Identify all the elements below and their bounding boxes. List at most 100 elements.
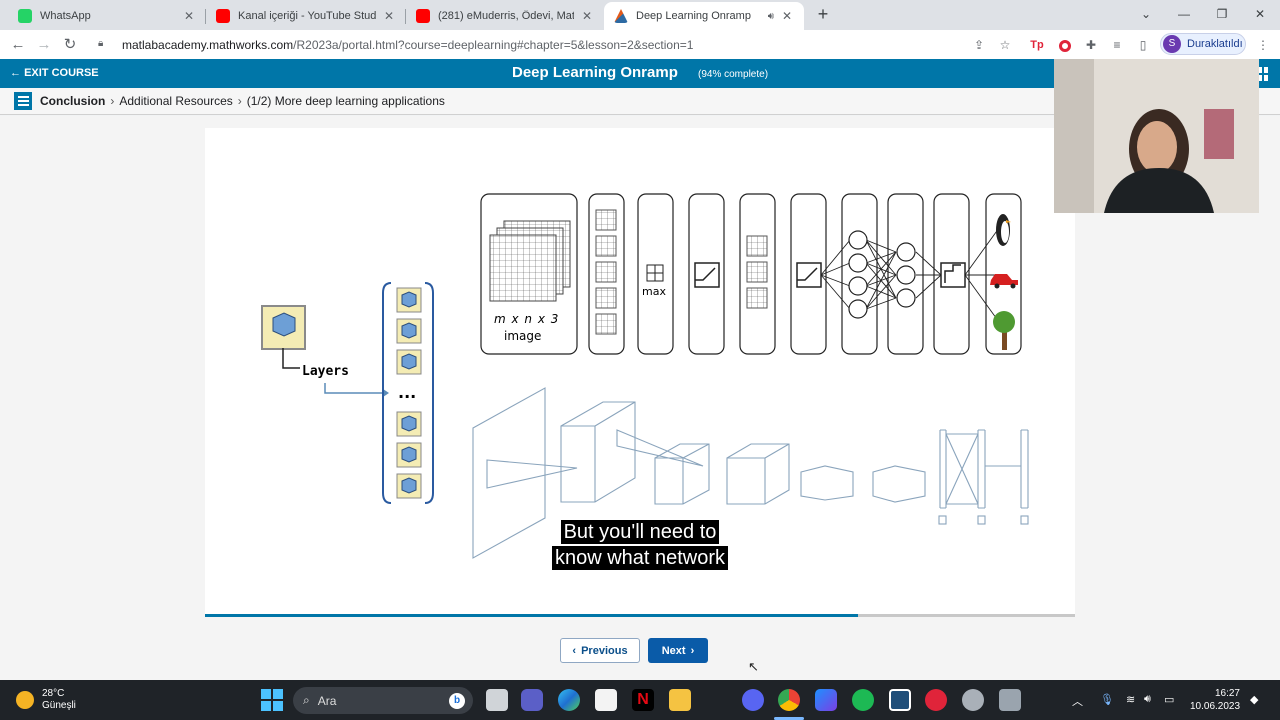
video-progress-fill xyxy=(205,614,858,617)
stack-ellipsis: ... xyxy=(398,383,416,402)
weather-condition: Güneşli xyxy=(42,700,76,711)
tab-title: (281) eMuderris, Ödevi, Matlab d xyxy=(438,10,574,22)
next-button[interactable]: Next › xyxy=(648,638,708,663)
share-icon[interactable]: ⇪ xyxy=(970,36,988,54)
opera-extension-icon[interactable] xyxy=(1056,36,1074,54)
volume-icon[interactable]: 🔊︎ xyxy=(1144,693,1151,706)
subtitle-text: But you'll need to xyxy=(560,520,720,544)
app-icon[interactable] xyxy=(815,689,837,711)
battery-icon[interactable]: ▭ xyxy=(1164,693,1174,706)
breadcrumb-section[interactable]: Conclusion xyxy=(40,94,105,108)
course-title: Deep Learning Onramp xyxy=(512,64,678,81)
breadcrumb-separator: › xyxy=(237,94,242,108)
youtube-icon xyxy=(216,9,230,23)
tab-title: Kanal içeriği - YouTube Studio xyxy=(238,10,376,22)
menu-icon[interactable] xyxy=(14,92,32,110)
youtube-icon xyxy=(416,9,430,23)
tab-deep-learning-onramp[interactable]: Deep Learning Onramp 🔊︎ ✕ xyxy=(604,2,804,30)
discord-icon[interactable] xyxy=(742,689,764,711)
avatar: S xyxy=(1163,35,1181,53)
minimize-icon[interactable]: — xyxy=(1173,4,1195,24)
new-tab-button[interactable]: + xyxy=(814,4,832,24)
previous-label: Previous xyxy=(581,644,628,657)
bookmark-star-icon[interactable]: ☆ xyxy=(996,36,1014,54)
breadcrumb-lesson[interactable]: Additional Resources xyxy=(119,94,232,108)
previous-button[interactable]: ‹ Previous xyxy=(560,638,640,663)
opera-icon[interactable] xyxy=(925,689,947,711)
tree-icon xyxy=(993,311,1015,350)
close-icon[interactable]: ✕ xyxy=(580,9,594,23)
store-icon[interactable] xyxy=(595,689,617,711)
side-panel-icon[interactable]: ▯ xyxy=(1134,36,1152,54)
subtitle-text: know what network xyxy=(551,546,729,570)
layer-stack: ... xyxy=(396,287,422,499)
breadcrumb-separator: › xyxy=(110,94,115,108)
mouse-cursor-icon: ↖ xyxy=(748,659,759,674)
extensions-puzzle-icon[interactable]: ✚ xyxy=(1082,36,1100,54)
tab-whatsapp[interactable]: WhatsApp ✕ xyxy=(8,2,206,30)
translate-extension-icon[interactable]: Tp xyxy=(1028,36,1046,54)
tab-title: WhatsApp xyxy=(40,10,91,22)
weather-widget[interactable]: 28°C Güneşli xyxy=(16,688,76,712)
netflix-icon[interactable]: N xyxy=(632,689,654,711)
clock-date: 10.06.2023 xyxy=(1190,701,1241,712)
reload-icon[interactable]: ↻ xyxy=(60,35,80,55)
reading-list-icon[interactable]: ≡ xyxy=(1108,36,1126,54)
chrome-icon[interactable] xyxy=(778,689,800,711)
windows-start-icon[interactable] xyxy=(261,689,283,711)
temperature: 28°C xyxy=(42,688,65,699)
tab-emuderris[interactable]: (281) eMuderris, Ödevi, Matlab d ✕ xyxy=(406,2,604,30)
webcam-overlay xyxy=(1054,59,1259,213)
system-clock[interactable]: 16:27 10.06.2023 xyxy=(1190,687,1240,713)
restore-icon[interactable]: ❐ xyxy=(1211,4,1233,24)
tab-youtube-studio[interactable]: Kanal içeriği - YouTube Studio ✕ xyxy=(206,2,406,30)
browser-toolbar: ← → ↻ 🔒︎ matlabacademy.mathworks.com /R2… xyxy=(0,30,1280,59)
tab-title: Deep Learning Onramp xyxy=(636,10,751,22)
app-icon[interactable] xyxy=(999,689,1021,711)
close-icon[interactable]: ✕ xyxy=(780,9,794,23)
taskbar-search[interactable]: ⌕ Ara b xyxy=(293,687,473,714)
spotify-icon[interactable] xyxy=(852,689,874,711)
car-icon xyxy=(990,274,1018,289)
teams-chat-icon[interactable] xyxy=(521,689,543,711)
clock-time: 16:27 xyxy=(1214,688,1240,699)
course-progress: (94% complete) xyxy=(698,69,769,80)
next-label: Next xyxy=(661,644,686,657)
lock-icon: 🔒︎ xyxy=(98,37,104,49)
video-progress-bar[interactable] xyxy=(205,614,1075,617)
chevron-left-icon: ‹ xyxy=(572,644,577,657)
window-close-icon[interactable]: ✕ xyxy=(1249,4,1271,24)
max-pool-label: max xyxy=(642,285,666,298)
bing-icon[interactable]: b xyxy=(449,692,465,709)
profile-button[interactable]: S Duraklatıldı xyxy=(1160,33,1246,55)
chevron-up-icon[interactable]: ︿ xyxy=(1072,693,1083,709)
microphone-icon[interactable]: 🎙︎ xyxy=(1100,693,1114,706)
sun-icon xyxy=(16,691,34,709)
kebab-menu-icon[interactable]: ⋮ xyxy=(1254,36,1272,54)
file-explorer-icon[interactable] xyxy=(669,689,691,711)
notification-icon[interactable]: ◆ xyxy=(1250,693,1258,706)
subtitle-line-1: But you'll need to xyxy=(0,520,1280,544)
task-view-icon[interactable] xyxy=(486,689,508,711)
app-icon[interactable] xyxy=(962,689,984,711)
back-arrow-icon[interactable]: ← xyxy=(8,35,28,55)
forward-arrow-icon[interactable]: → xyxy=(34,35,54,55)
whatsapp-icon xyxy=(18,9,32,23)
image-label: image xyxy=(504,329,541,343)
grid-menu-icon[interactable] xyxy=(1258,67,1268,81)
search-icon: ⌕ xyxy=(303,693,310,707)
image-dims-label: m x n x 3 xyxy=(494,312,559,326)
speaker-icon[interactable]: 🔊︎ xyxy=(768,11,774,22)
wifi-icon[interactable]: ≋ xyxy=(1126,693,1135,706)
app-icon[interactable] xyxy=(889,689,911,711)
profile-status: Duraklatıldı xyxy=(1187,38,1243,50)
edge-icon[interactable] xyxy=(558,689,580,711)
exit-course-link[interactable]: ← EXIT COURSE xyxy=(10,67,99,79)
close-icon[interactable]: ✕ xyxy=(182,9,196,23)
tab-search-icon[interactable]: ⌄ xyxy=(1135,4,1157,24)
address-bar[interactable]: 🔒︎ matlabacademy.mathworks.com /R2023a/p… xyxy=(90,33,1030,56)
chevron-right-icon: › xyxy=(690,644,695,657)
browser-tab-strip: WhatsApp ✕ Kanal içeriği - YouTube Studi… xyxy=(0,0,1280,30)
close-icon[interactable]: ✕ xyxy=(382,9,396,23)
breadcrumb-page: (1/2) More deep learning applications xyxy=(246,94,445,108)
